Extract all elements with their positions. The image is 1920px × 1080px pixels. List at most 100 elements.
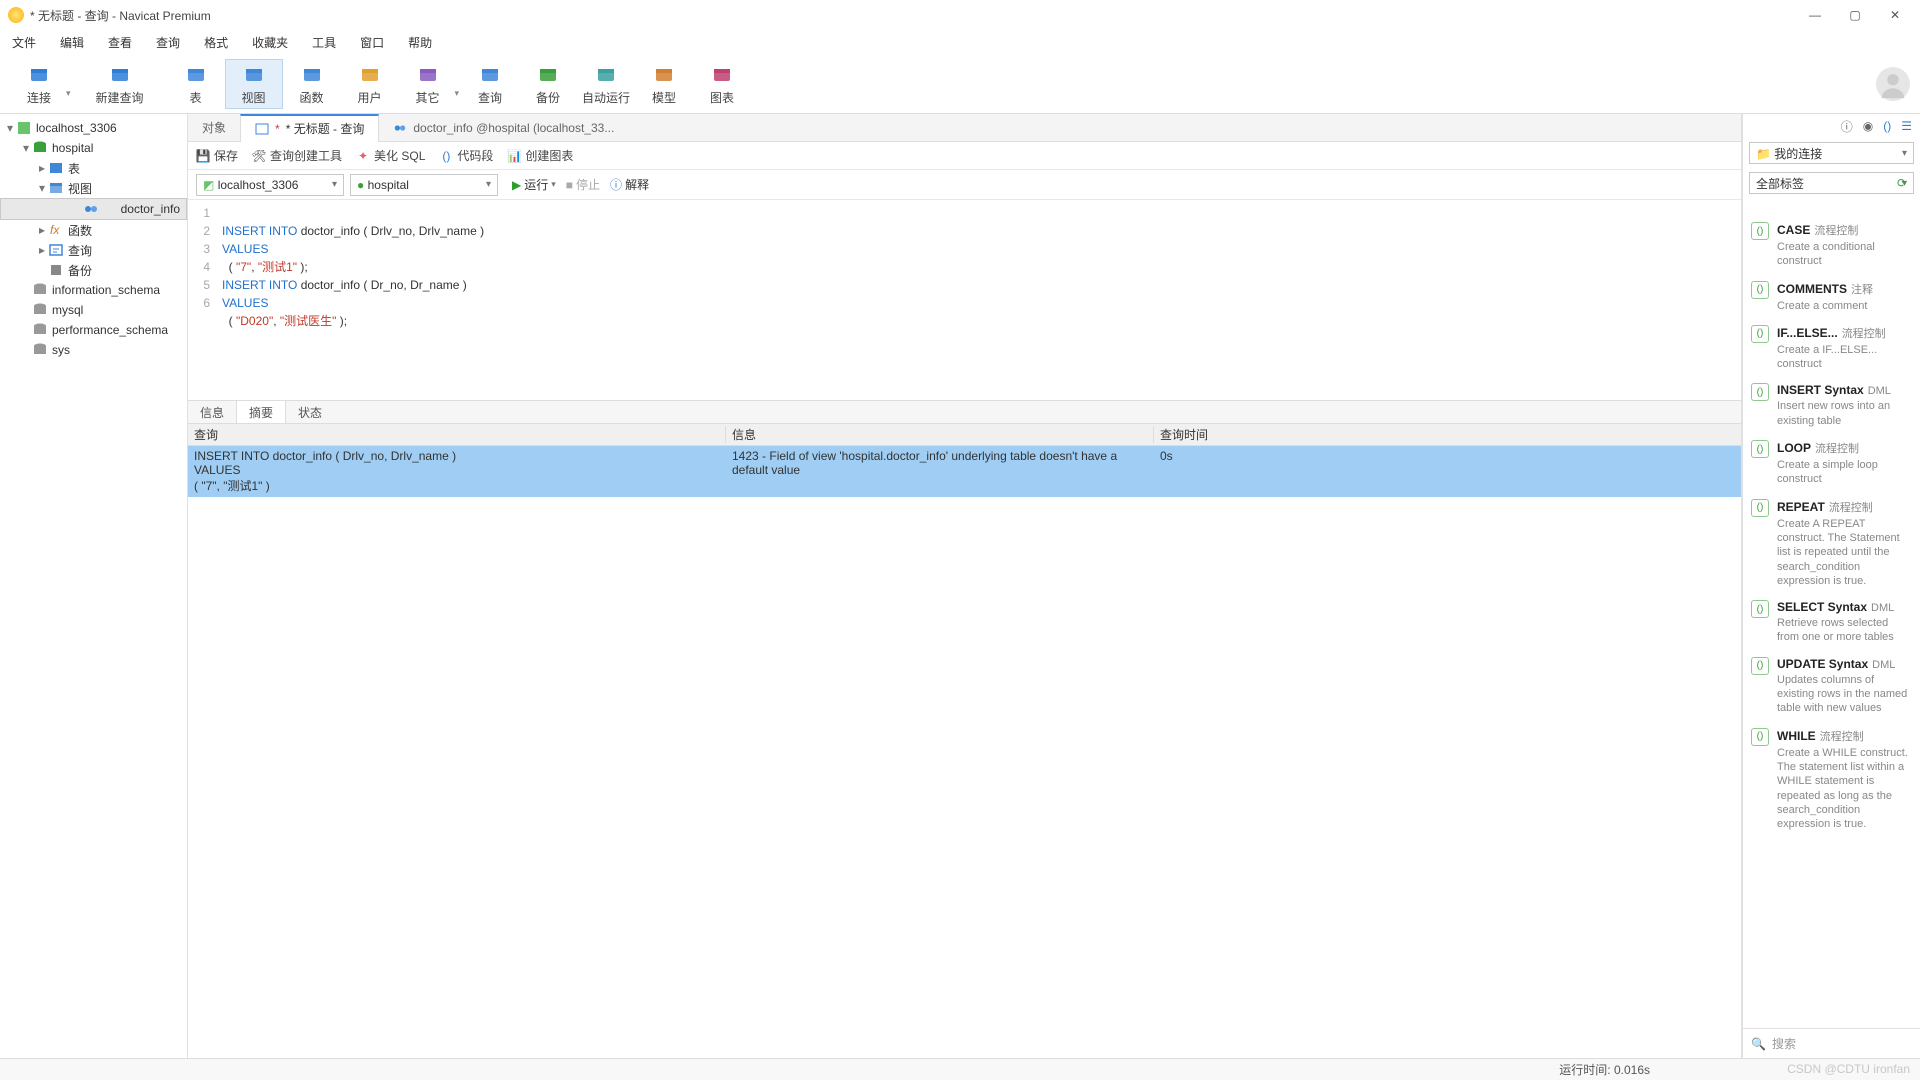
toolbar-view[interactable]: 视图 (225, 59, 283, 109)
list-icon[interactable]: ☰ (1901, 119, 1912, 133)
expand-icon[interactable]: ▸ (36, 161, 48, 175)
menu-格式[interactable]: 格式 (204, 34, 228, 51)
snippet-COMMENTS[interactable]: ()COMMENTS注释Create a comment (1743, 275, 1920, 319)
code-snippet-button[interactable]: ()代码段 (439, 147, 493, 164)
result-row[interactable]: INSERT INTO doctor_info ( Drlv_no, Drlv_… (188, 446, 1741, 497)
tree-函数[interactable]: ▸fx函数 (0, 220, 187, 240)
expand-icon[interactable]: ▸ (36, 243, 48, 257)
expand-icon[interactable]: ▸ (36, 223, 48, 237)
database-select[interactable]: ● hospital▾ (350, 174, 498, 196)
toolbar-model[interactable]: 模型 (635, 59, 693, 109)
menu-窗口[interactable]: 窗口 (360, 34, 384, 51)
col-info[interactable]: 信息 (726, 426, 1154, 443)
menu-查询[interactable]: 查询 (156, 34, 180, 51)
tree-sys[interactable]: sys (0, 340, 187, 360)
snippet-IF...ELSE...[interactable]: ()IF...ELSE...流程控制Create a IF...ELSE... … (1743, 319, 1920, 378)
result-tab-信息[interactable]: 信息 (188, 401, 236, 423)
col-query[interactable]: 查询 (188, 426, 726, 443)
svg-text:fx: fx (50, 223, 60, 237)
view-icon (242, 63, 266, 87)
bak-icon (48, 262, 64, 278)
wrench-icon: 🛠 (252, 149, 266, 163)
tree-localhost_3306[interactable]: ▾localhost_3306 (0, 118, 187, 138)
tree-performance_schema[interactable]: performance_schema (0, 320, 187, 340)
maximize-button[interactable]: ▢ (1846, 6, 1864, 24)
snippet-INSERT Syntax[interactable]: ()INSERT SyntaxDMLInsert new rows into a… (1743, 377, 1920, 434)
snippet-CASE[interactable]: ()CASE流程控制Create a conditional construct (1743, 216, 1920, 275)
tab-doctor_info @hospital (localhost_33...[interactable]: doctor_info @hospital (localhost_33... (379, 114, 628, 142)
menu-工具[interactable]: 工具 (312, 34, 336, 51)
toolbar-plug[interactable]: 连接 (10, 59, 68, 109)
toolbar-other[interactable]: 其它 (399, 59, 457, 109)
toolbar-fx[interactable]: 函数 (283, 59, 341, 109)
result-tab-摘要[interactable]: 摘要 (236, 401, 286, 423)
explain-button[interactable]: ⓘ解释 (610, 176, 649, 193)
fx-icon: fx (48, 222, 64, 238)
line-gutter: 123456 (188, 200, 216, 400)
toolbar-chart[interactable]: 图表 (693, 59, 751, 109)
play-icon: ▶ (512, 178, 521, 192)
tab-* 无标题 - 查询[interactable]: ** 无标题 - 查询 (240, 114, 379, 142)
beautify-sql-button[interactable]: ✦美化 SQL (356, 147, 425, 164)
dbg-icon (32, 302, 48, 318)
my-connections-select[interactable]: 📁 我的连接▾ (1749, 142, 1914, 164)
col-time[interactable]: 查询时间 (1154, 426, 1741, 443)
toolbar-robot[interactable]: 自动运行 (577, 59, 635, 109)
create-chart-button[interactable]: 📊创建图表 (507, 147, 573, 164)
tab-对象[interactable]: 对象 (188, 114, 240, 142)
snippet-SELECT Syntax[interactable]: ()SELECT SyntaxDMLRetrieve rows selected… (1743, 594, 1920, 651)
snippet-WHILE[interactable]: ()WHILE流程控制Create a WHILE construct. The… (1743, 722, 1920, 838)
user-avatar[interactable] (1876, 67, 1910, 101)
close-button[interactable]: ✕ (1886, 6, 1904, 24)
toolbar-user[interactable]: 用户 (341, 59, 399, 109)
menu-收藏夹[interactable]: 收藏夹 (252, 34, 288, 51)
tree-information_schema[interactable]: information_schema (0, 280, 187, 300)
qry-icon (48, 242, 64, 258)
expand-icon[interactable]: ▾ (4, 121, 16, 135)
info-icon[interactable]: ⓘ (1841, 118, 1853, 135)
minimize-button[interactable]: — (1806, 6, 1824, 24)
menu-文件[interactable]: 文件 (12, 34, 36, 51)
expand-icon[interactable]: ▾ (36, 181, 48, 195)
toolbar-backup[interactable]: 备份 (519, 59, 577, 109)
expand-icon[interactable]: ▾ (20, 141, 32, 155)
menu-查看[interactable]: 查看 (108, 34, 132, 51)
stop-button[interactable]: ■停止 (566, 176, 600, 193)
tree-mysql[interactable]: mysql (0, 300, 187, 320)
result-tabs: 信息摘要状态 (188, 400, 1741, 424)
toolbar-newquery[interactable]: 新建查询 (91, 59, 149, 109)
tags-select[interactable]: 全部标签▾ (1749, 172, 1914, 194)
tree-表[interactable]: ▸表 (0, 158, 187, 178)
watermark: CSDN @CDTU ironfan (1787, 1062, 1910, 1076)
snippet-LOOP[interactable]: ()LOOP流程控制Create a simple loop construct (1743, 434, 1920, 493)
code-body[interactable]: INSERT INTO doctor_info ( Drlv_no, Drlv_… (216, 200, 490, 400)
query-toolbar: 💾保存 🛠查询创建工具 ✦美化 SQL ()代码段 📊创建图表 (188, 142, 1741, 170)
other-icon (416, 63, 440, 87)
query-builder-button[interactable]: 🛠查询创建工具 (252, 147, 342, 164)
snippet-search[interactable]: 🔍搜索 (1743, 1028, 1920, 1058)
titlebar: * 无标题 - 查询 - Navicat Premium — ▢ ✕ (0, 0, 1920, 30)
main-toolbar: 连接▾新建查询表视图函数用户其它▾查询备份自动运行模型图表 (0, 55, 1920, 114)
refresh-icon[interactable]: ⟳ (1897, 176, 1920, 190)
menu-帮助[interactable]: 帮助 (408, 34, 432, 51)
tree-查询[interactable]: ▸查询 (0, 240, 187, 260)
tree-备份[interactable]: 备份 (0, 260, 187, 280)
tree-hospital[interactable]: ▾hospital (0, 138, 187, 158)
connection-select[interactable]: ◩ localhost_3306▾ (196, 174, 344, 196)
status-bar: 运行时间: 0.016s (0, 1058, 1920, 1080)
result-tab-状态[interactable]: 状态 (286, 401, 334, 423)
toolbar-query[interactable]: 查询 (461, 59, 519, 109)
save-button[interactable]: 💾保存 (196, 147, 238, 164)
save-icon: 💾 (196, 149, 210, 163)
brackets-icon[interactable]: () (1883, 119, 1891, 133)
sql-editor[interactable]: 123456 INSERT INTO doctor_info ( Drlv_no… (188, 200, 1741, 400)
snippet-UPDATE Syntax[interactable]: ()UPDATE SyntaxDMLUpdates columns of exi… (1743, 651, 1920, 722)
run-button[interactable]: ▶运行▾ (512, 176, 556, 193)
menu-编辑[interactable]: 编辑 (60, 34, 84, 51)
tree-视图[interactable]: ▾视图 (0, 178, 187, 198)
eye-icon[interactable]: ◉ (1863, 119, 1873, 133)
toolbar-table[interactable]: 表 (167, 59, 225, 109)
view-icon (48, 180, 64, 196)
snippet-REPEAT[interactable]: ()REPEAT流程控制Create A REPEAT construct. T… (1743, 493, 1920, 594)
tree-doctor_info[interactable]: doctor_info (0, 198, 187, 220)
